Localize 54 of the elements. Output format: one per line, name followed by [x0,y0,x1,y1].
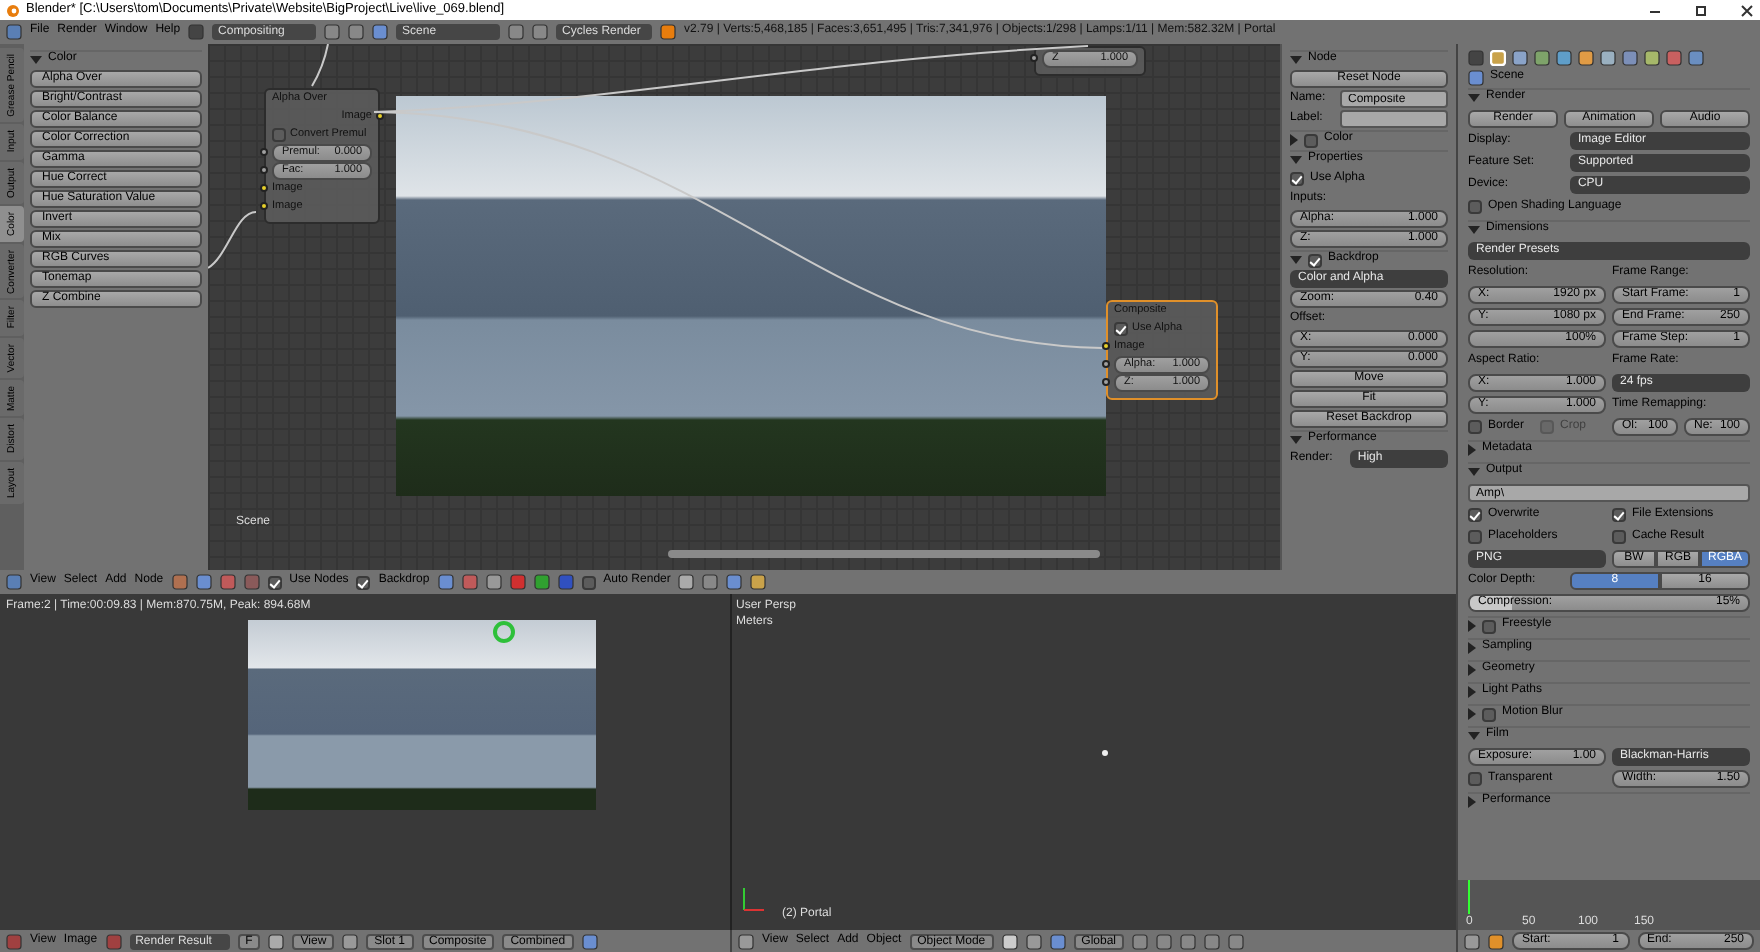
playhead-line [1468,880,1470,914]
checkbox[interactable] [1468,530,1482,544]
checkbox[interactable] [272,127,286,141]
checkbox[interactable] [1612,508,1626,522]
context-tab-icon[interactable] [1578,49,1594,65]
triangle-icon[interactable] [1468,444,1476,456]
checkbox[interactable] [1468,508,1482,522]
node-socket[interactable] [1102,378,1110,386]
node-socket[interactable] [260,184,268,192]
checkbox[interactable] [581,575,596,589]
triangle-icon[interactable] [1468,226,1480,234]
maximize-icon[interactable] [1694,3,1708,17]
triangle-icon[interactable] [1468,94,1480,102]
context-tab-icon[interactable] [1556,49,1572,65]
checkbox[interactable] [1290,172,1304,186]
node-socket[interactable] [1102,360,1110,368]
node-link [208,211,257,269]
triangle-icon[interactable] [1468,664,1476,676]
triangle-icon[interactable] [1290,156,1302,164]
checkbox[interactable] [1482,707,1496,721]
checkbox[interactable] [1304,133,1318,147]
node-socket[interactable] [260,202,268,210]
node-socket[interactable] [260,148,268,156]
checkbox[interactable] [1308,253,1322,267]
context-tab-icon[interactable] [1622,49,1638,65]
triangle-icon[interactable] [1468,468,1480,476]
triangle-icon[interactable] [1468,732,1480,740]
checkbox[interactable] [1468,772,1482,786]
axis-gizmo-icon [740,886,768,914]
checkbox[interactable] [267,575,282,589]
checkbox[interactable] [1114,321,1128,335]
text-field[interactable] [1340,110,1448,128]
node-socket[interactable] [1030,54,1038,62]
checkbox[interactable] [1482,619,1496,633]
context-tab-icon[interactable] [1666,49,1682,65]
context-tab-icon[interactable] [1600,49,1616,65]
triangle-icon[interactable] [1290,436,1302,444]
node-socket[interactable] [376,112,384,120]
origin-point [1102,750,1108,756]
checkbox[interactable] [1468,420,1482,434]
node-socket[interactable] [1102,342,1110,350]
context-tab-icon[interactable] [1644,49,1660,65]
checkbox[interactable] [356,575,371,589]
node-link [311,44,329,87]
triangle-icon[interactable] [1468,642,1476,654]
context-tab-icon[interactable] [1688,49,1704,65]
checkbox[interactable] [1468,200,1482,214]
context-tab-icon[interactable] [1512,49,1528,65]
checkbox[interactable] [1612,530,1626,544]
node-socket[interactable] [260,166,268,174]
scrollbar[interactable] [668,550,1100,558]
triangle-icon[interactable] [1468,796,1476,808]
context-tab-icon[interactable] [1534,49,1550,65]
triangle-icon[interactable] [1468,686,1476,698]
